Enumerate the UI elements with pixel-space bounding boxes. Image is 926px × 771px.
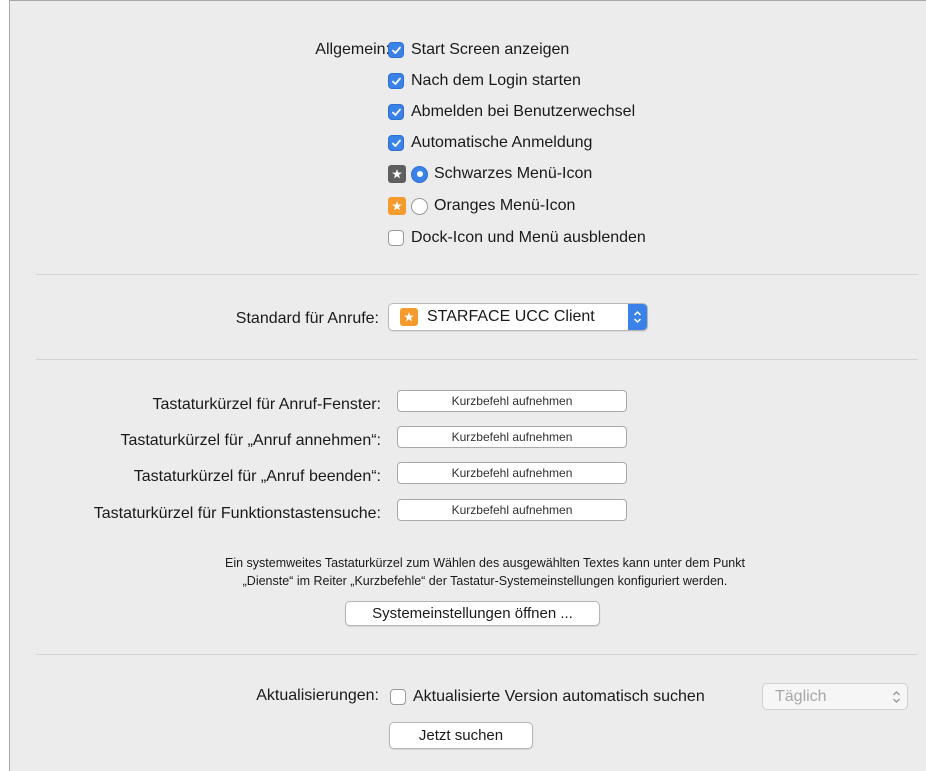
shortcut-label-end-call: Tastaturkürzel für „Anruf beenden“: [133, 468, 381, 485]
record-shortcut-button-accept-call[interactable]: Kurzbefehl aufnehmen [397, 426, 627, 448]
black-menu-icon-option[interactable]: Schwarzes Menü-Icon [388, 165, 592, 183]
auto-check-updates-label: Aktualisierte Version automatisch suchen [413, 688, 705, 705]
hide-dock-label: Dock-Icon und Menü ausblenden [411, 229, 646, 246]
default-calls-app-select[interactable]: STARFACE UCC Client [388, 303, 648, 331]
general-section-label: Allgemein: [315, 41, 390, 58]
section-divider [36, 274, 918, 275]
hide-dock-option[interactable]: Dock-Icon und Menü ausblenden [388, 229, 646, 247]
default-calls-label: Standard für Anrufe: [235, 310, 379, 327]
chevron-updown-icon[interactable] [628, 304, 647, 330]
checkbox-unchecked-icon[interactable] [388, 230, 404, 246]
record-shortcut-button-call-window[interactable]: Kurzbefehl aufnehmen [397, 390, 627, 412]
section-divider [36, 654, 918, 655]
checkbox-unchecked-icon[interactable] [390, 689, 406, 705]
preferences-panel: Allgemein: Start Screen anzeigen Nach de… [9, 0, 926, 771]
checkbox-checked-icon[interactable] [388, 135, 404, 151]
shortcut-info-text: Ein systemweites Tastaturkürzel zum Wähl… [50, 554, 920, 590]
checkbox-checked-icon[interactable] [388, 42, 404, 58]
section-divider [36, 359, 918, 360]
dark-menu-icon [388, 165, 406, 183]
shortcut-info-line-2: „Dienste“ im Reiter „Kurzbefehle“ der Ta… [242, 574, 728, 588]
orange-menu-icon-option[interactable]: Oranges Menü-Icon [388, 197, 575, 215]
auto-check-updates-option[interactable]: Aktualisierte Version automatisch suchen [390, 688, 705, 706]
update-frequency-value: Täglich [775, 687, 827, 705]
record-shortcut-button-end-call[interactable]: Kurzbefehl aufnehmen [397, 462, 627, 484]
checkbox-checked-icon[interactable] [388, 73, 404, 89]
chevron-updown-icon[interactable] [892, 690, 901, 709]
shortcut-label-accept-call: Tastaturkürzel für „Anruf annehmen“: [120, 432, 381, 449]
start-screen-label: Start Screen anzeigen [411, 41, 570, 58]
update-frequency-select[interactable]: Täglich [762, 683, 908, 710]
checkbox-checked-icon[interactable] [388, 104, 404, 120]
start-screen-option[interactable]: Start Screen anzeigen [388, 41, 569, 59]
shortcut-label-call-window: Tastaturkürzel für Anruf-Fenster: [152, 396, 381, 413]
shortcut-info-line-1: Ein systemweites Tastaturkürzel zum Wähl… [225, 556, 745, 570]
orange-menu-icon-label: Oranges Menü-Icon [434, 197, 576, 214]
updates-section-label: Aktualisierungen: [256, 687, 379, 704]
starface-icon [400, 308, 418, 326]
start-after-login-label: Nach dem Login starten [411, 72, 581, 89]
auto-login-label: Automatische Anmeldung [411, 134, 593, 151]
shortcut-label-function-key-search: Tastaturkürzel für Funktionstastensuche: [93, 505, 381, 522]
open-system-settings-button[interactable]: Systemeinstellungen öffnen ... [345, 601, 600, 626]
auto-login-option[interactable]: Automatische Anmeldung [388, 134, 592, 152]
selected-app-value: STARFACE UCC Client [427, 308, 595, 325]
logout-user-switch-label: Abmelden bei Benutzerwechsel [411, 103, 636, 120]
radio-unselected-icon[interactable] [411, 197, 428, 215]
black-menu-icon-label: Schwarzes Menü-Icon [434, 165, 593, 182]
record-shortcut-button-function-key-search[interactable]: Kurzbefehl aufnehmen [397, 499, 627, 521]
radio-selected-icon[interactable] [411, 165, 428, 183]
start-after-login-option[interactable]: Nach dem Login starten [388, 72, 581, 90]
orange-menu-icon [388, 197, 406, 215]
logout-user-switch-option[interactable]: Abmelden bei Benutzerwechsel [388, 103, 635, 121]
check-now-button[interactable]: Jetzt suchen [389, 722, 533, 749]
